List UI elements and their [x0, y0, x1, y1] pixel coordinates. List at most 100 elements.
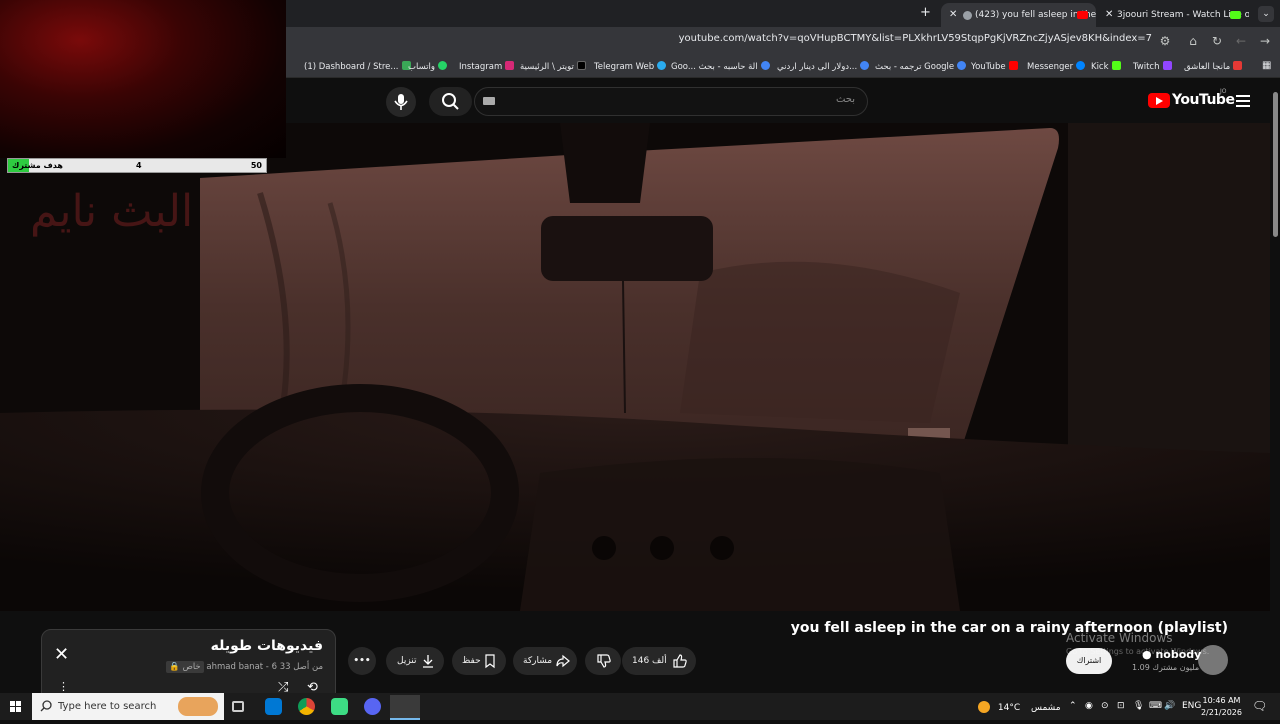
tray-app-icon[interactable]: ⊡ — [1117, 701, 1125, 711]
lock-icon: 🔒 — [169, 662, 180, 672]
playlist-menu-icon[interactable]: ⋮ — [58, 680, 69, 693]
search-placeholder: بحث — [835, 94, 855, 105]
search-icon — [40, 700, 52, 712]
obs-icon[interactable] — [390, 695, 420, 720]
keyboard-icon[interactable] — [483, 97, 495, 105]
bookmark-item[interactable]: تويتر \ الرئيسية — [520, 61, 586, 72]
goal-total: 50 — [250, 161, 262, 170]
forward-icon[interactable]: ← — [1234, 34, 1248, 48]
bookmark-item[interactable]: مانجا العاشق — [1184, 61, 1243, 72]
more-actions-button[interactable]: ••• — [348, 647, 376, 675]
close-icon[interactable]: ✕ — [54, 646, 72, 664]
playlist-privacy: 🔒 خاص — [166, 661, 204, 673]
android-app-icon[interactable] — [331, 698, 348, 715]
tab-youtube-video[interactable]: ✕ (423) you fell asleep in the — [941, 3, 1096, 27]
playlist-title[interactable]: فيديوهات طويله — [211, 638, 323, 654]
close-tab-icon[interactable]: ✕ — [1105, 3, 1113, 27]
share-label: مشاركة — [523, 656, 553, 666]
search-icon — [442, 93, 459, 110]
tab-search-button[interactable]: ⌄ — [1258, 6, 1274, 22]
home-icon[interactable]: ⌂ — [1186, 34, 1200, 48]
close-tab-icon[interactable]: ✕ — [949, 3, 957, 27]
task-view-icon[interactable] — [232, 701, 244, 712]
weather-widget[interactable]: 14°C مشمس — [978, 701, 1061, 713]
bookmark-item[interactable]: واتساب — [408, 61, 448, 72]
goal-label: هدف مشترك — [12, 161, 63, 170]
sun-icon — [978, 701, 990, 713]
bookmark-item[interactable]: YouTube — [971, 61, 1018, 72]
weather-desc: مشمس — [1031, 703, 1061, 713]
country-code: JO — [1220, 88, 1227, 95]
download-button[interactable]: تنزيل — [386, 647, 444, 675]
share-button[interactable]: مشاركة — [513, 647, 577, 675]
discord-icon[interactable] — [364, 698, 381, 715]
subscriber-count: 1.09 مليون مشترك — [1132, 663, 1200, 672]
dislike-button[interactable] — [585, 647, 621, 675]
taskbar-search-placeholder: Type here to search — [58, 701, 157, 712]
download-icon — [423, 655, 433, 668]
language-indicator[interactable]: ENG — [1182, 701, 1201, 711]
weather-temp: 14°C — [997, 703, 1021, 713]
activate-windows-watermark: Activate Windows — [1066, 631, 1173, 645]
reload-icon[interactable]: ↻ — [1210, 34, 1224, 48]
bookmark-item[interactable]: دولار الى دينار اردني... — [777, 61, 870, 72]
scrollbar-thumb[interactable] — [1273, 92, 1278, 237]
start-button[interactable] — [0, 693, 32, 720]
bookmark-item[interactable]: Goo... الة حاسبه - بحث — [671, 61, 770, 72]
playlist-panel: ✕ فيديوهات طويله 🔒 خاص ahmad banat - 6 م… — [41, 629, 336, 699]
stream-status-overlay-text: البث نايم — [30, 186, 194, 237]
tab-kick-stream[interactable]: ✕ 3joouri Stream - Watch Live on — [1097, 3, 1249, 27]
bookmark-item[interactable]: (1) Dashboard / Stre... — [304, 61, 411, 72]
windows-logo-icon — [10, 701, 21, 712]
microsoft-store-icon[interactable] — [265, 698, 282, 715]
youtube-header: بحث YouTube JO — [286, 78, 1280, 123]
address-bar[interactable]: youtube.com/watch?v=qoVHupBCTMY&list=PLX… — [679, 33, 1152, 44]
bookmark-item[interactable]: Telegram Web — [594, 61, 667, 72]
bookmark-icon — [485, 654, 495, 669]
bookmark-item[interactable]: ترجمه - بحث Google — [875, 61, 967, 72]
apps-grid-icon[interactable]: ▦ — [1262, 60, 1271, 71]
tray-app-icon[interactable]: ⊙ — [1101, 701, 1109, 711]
notifications-icon[interactable]: 🗨 — [1252, 699, 1267, 713]
menu-icon[interactable] — [1236, 95, 1250, 107]
activate-windows-subtext: Go to Settings to activate Windows. — [1066, 647, 1210, 656]
bookmark-item[interactable]: Instagram — [459, 61, 515, 72]
share-icon — [556, 654, 570, 668]
thumbs-down-icon — [597, 654, 611, 668]
search-highlight-cat-icon — [178, 697, 218, 716]
back-icon[interactable]: → — [1258, 34, 1272, 48]
clock[interactable]: 10:46 AM 2/21/2026 — [1201, 695, 1242, 719]
voice-search-button[interactable] — [386, 87, 416, 117]
taskbar-search[interactable]: Type here to search — [32, 693, 224, 720]
chrome-icon[interactable] — [298, 698, 315, 715]
save-label: حفظ — [462, 656, 481, 666]
like-button[interactable]: 146 ألف — [622, 647, 696, 675]
network-icon[interactable]: ⌨ — [1149, 701, 1162, 711]
clock-time: 10:46 AM — [1202, 696, 1241, 705]
bookmark-item[interactable]: Messenger — [1027, 61, 1086, 72]
youtube-favicon-icon — [1077, 11, 1088, 19]
save-button[interactable]: حفظ — [452, 647, 506, 675]
new-tab-button[interactable]: + — [920, 5, 931, 20]
microphone-tray-icon[interactable]: 🎙 — [1133, 701, 1144, 711]
microphone-icon — [394, 94, 408, 110]
tray-app-icon[interactable]: ◉ — [1085, 701, 1093, 711]
playlist-owner[interactable]: ahmad banat — [206, 662, 263, 672]
bookmark-item[interactable]: Twitch — [1133, 61, 1172, 72]
volume-icon[interactable]: 🔊 — [1164, 701, 1175, 711]
webcam-overlay — [0, 0, 286, 158]
youtube-play-icon — [1148, 93, 1170, 108]
search-button[interactable] — [429, 87, 472, 116]
bookmark-item[interactable]: Kick — [1091, 61, 1121, 72]
playlist-position: 6 من أصل 33 — [271, 662, 323, 672]
subscriber-goal-bar: هدف مشترك 4 50 — [7, 158, 267, 173]
download-label: تنزيل — [397, 656, 417, 666]
like-count: 146 ألف — [632, 656, 667, 666]
search-input[interactable]: بحث — [474, 87, 868, 116]
show-hidden-icons[interactable]: ⌃ — [1069, 701, 1077, 711]
site-settings-icon[interactable]: ⚙ — [1158, 34, 1172, 48]
windows-taskbar: Type here to search 14°C مشمس ⌃ ◉ ⊙ ⊡ 🎙 … — [0, 693, 1280, 720]
thumbs-up-icon — [673, 654, 687, 668]
page-scrollbar[interactable] — [1270, 78, 1280, 688]
more-icon: ••• — [353, 656, 371, 666]
